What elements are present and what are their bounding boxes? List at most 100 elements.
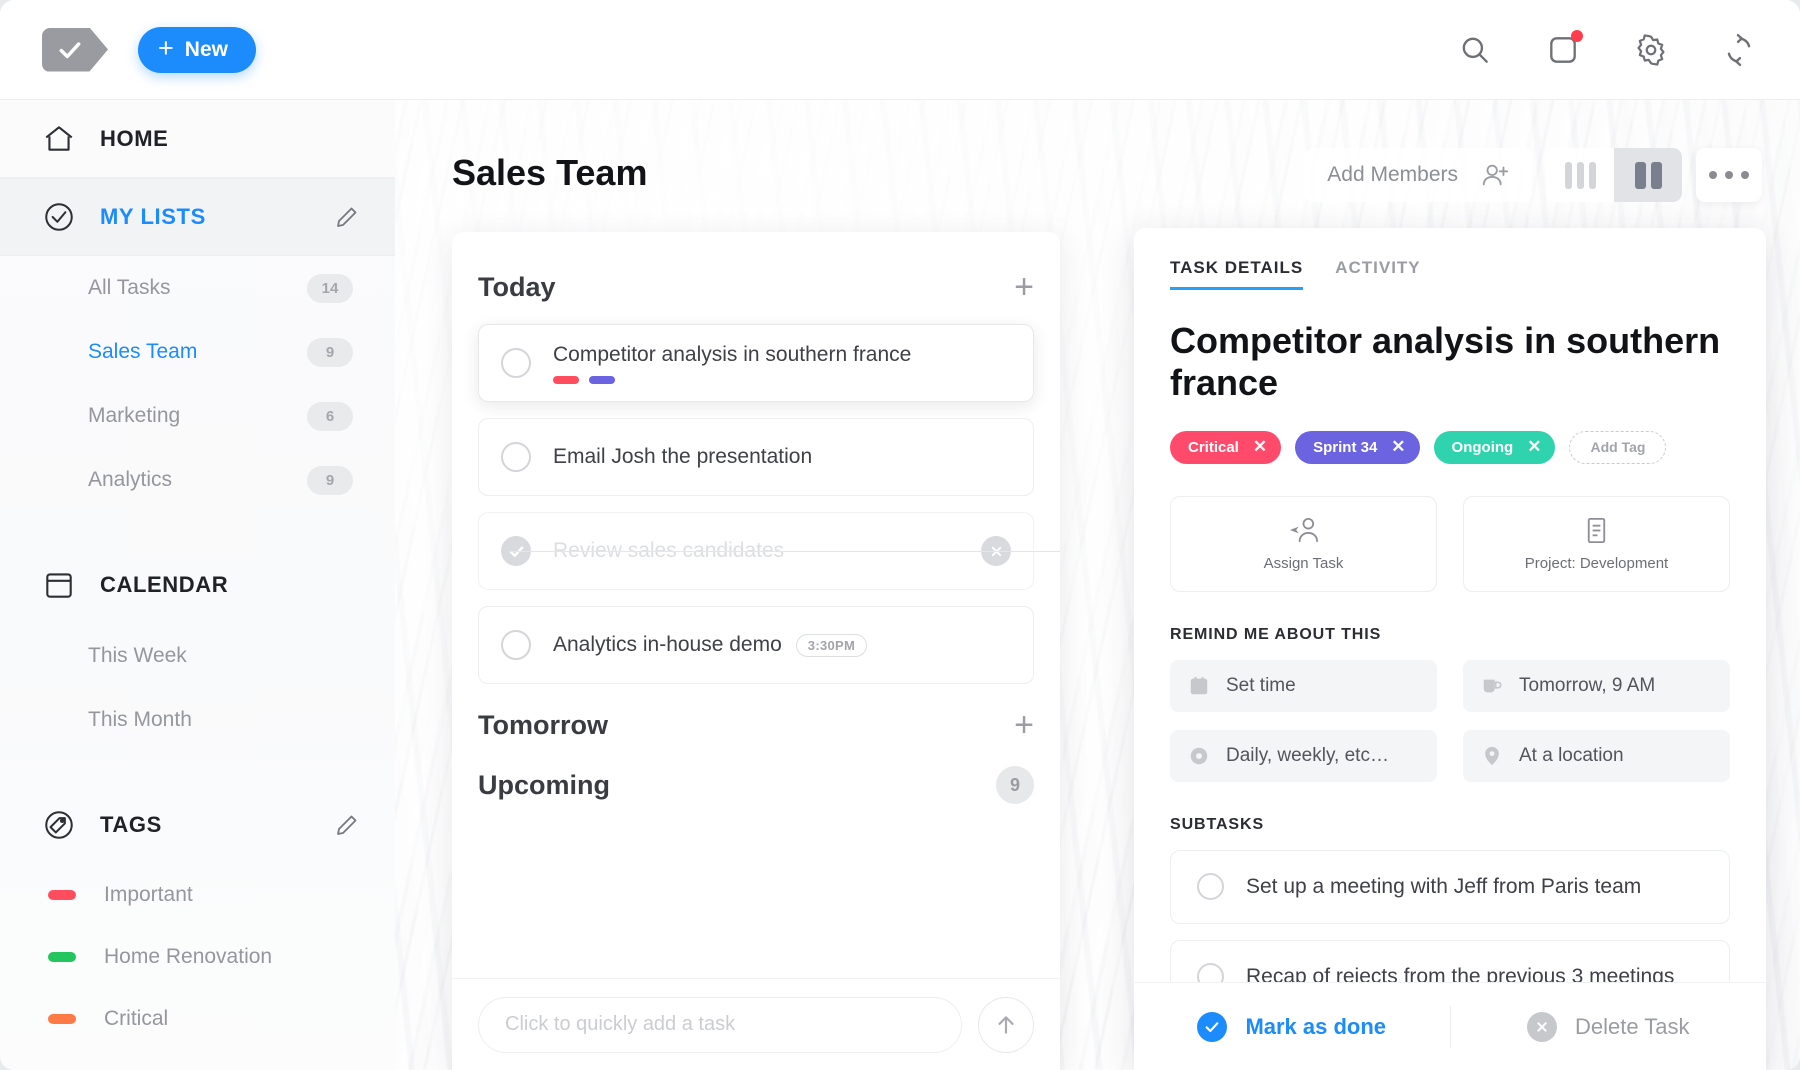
task-list-body: Today + Competitor analysis in southern … [452,232,1060,978]
sidebar-item-analytics[interactable]: Analytics 9 [0,448,395,512]
detail-task-title: Competitor analysis in southern france [1170,320,1721,404]
subtask-checkbox[interactable] [1197,873,1224,901]
sidebar-item-this-week[interactable]: This Week [0,624,395,688]
section-header-upcoming: Upcoming 9 [478,766,1034,804]
location-pin-icon [1485,746,1499,766]
sidebar-home-label: HOME [100,125,169,151]
quick-add-input[interactable] [478,996,962,1053]
sidebar-item-sales-team[interactable]: Sales Team 9 [0,320,395,384]
add-task-today-button[interactable]: + [1014,270,1034,304]
subtask-row-meeting-jeff[interactable]: Set up a meeting with Jeff from Paris te… [1170,849,1730,924]
more-options-button[interactable] [1696,148,1762,202]
reminder-label: At a location [1519,744,1624,766]
mark-as-done-button[interactable]: Mark as done [1134,1011,1450,1042]
detail-tag-row: Critical ✕ Sprint 34 ✕ Ongoing ✕ Add Tag [1170,430,1730,464]
tab-activity[interactable]: ACTIVITY [1335,258,1420,290]
add-members-button[interactable]: Add Members [1305,148,1532,202]
remove-tag-icon[interactable]: ✕ [1253,437,1267,457]
check-circle-icon [42,200,76,234]
reminder-at-location[interactable]: At a location [1463,729,1730,782]
dot [1725,171,1733,179]
remove-tag-icon[interactable]: ✕ [1527,437,1541,457]
close-circle-icon [1526,1011,1557,1042]
three-column-view-button[interactable] [1546,148,1614,202]
task-checkbox[interactable] [501,442,531,472]
calendar-icon [42,568,76,602]
sidebar-item-home[interactable]: HOME [0,100,395,178]
list-label: Marketing [88,404,181,427]
column-bar [1588,161,1596,189]
task-label: Analytics in-house demo [553,633,782,656]
sidebar-item-marketing[interactable]: Marketing 6 [0,384,395,448]
remind-section-label: REMIND ME ABOUT THIS [1170,625,1382,643]
section-title: Tomorrow [478,709,608,740]
quick-add-bar [452,978,1060,1070]
project-card[interactable]: Project: Development [1463,495,1730,592]
top-bar-actions [1458,29,1756,67]
sidebar-item-my-lists[interactable]: MY LISTS [0,178,395,256]
remove-tag-icon[interactable]: ✕ [1391,437,1405,457]
task-label: Email Josh the presentation [553,445,813,468]
gear-icon[interactable] [1634,33,1668,67]
tag-pill-sprint-34[interactable]: Sprint 34 ✕ [1295,430,1420,464]
pencil-icon-my-lists[interactable] [335,205,359,229]
sidebar-item-all-tasks[interactable]: All Tasks 14 [0,256,395,320]
view-toggle [1546,148,1682,202]
sync-icon[interactable] [1722,33,1756,67]
search-icon[interactable] [1458,33,1492,67]
task-content: Email Josh the presentation [553,445,1011,469]
check-icon [1206,1021,1219,1032]
delete-task-button[interactable]: Delete Task [1451,1011,1767,1042]
task-row-analytics-demo[interactable]: Analytics in-house demo 3:30PM [478,606,1034,684]
tag-pill-ongoing[interactable]: Ongoing ✕ [1433,430,1556,464]
assign-task-card[interactable]: Assign Task [1170,495,1437,592]
task-checkbox[interactable] [501,630,531,660]
reminder-label: Daily, weekly, etc… [1226,744,1389,766]
tag-label: Home Renovation [104,945,273,968]
sidebar-item-calendar[interactable]: CALENDAR [0,546,395,624]
task-detail-body: TASK DETAILS ACTIVITY Competitor analysi… [1134,228,1766,982]
check-icon [59,41,81,58]
notification-badge [1571,29,1583,42]
add-tag-button[interactable]: Add Tag [1569,430,1667,464]
close-icon [1537,1021,1547,1032]
quick-add-submit-button[interactable] [978,996,1034,1053]
section-title: Today [478,271,556,302]
project-label: Project: Development [1524,555,1669,573]
new-button[interactable]: + New [138,26,256,73]
reminder-set-time[interactable]: Set time [1170,659,1437,712]
two-column-view-button[interactable] [1614,148,1682,202]
sidebar-tag-important[interactable]: Important [0,864,395,926]
task-row-review-sales-candidates[interactable]: Review sales candidates [478,512,1060,590]
task-content: Competitor analysis in southern france [553,343,1011,384]
task-row-email-josh[interactable]: Email Josh the presentation [478,418,1034,496]
inbox-icon[interactable] [1546,29,1583,67]
app-logo[interactable] [42,27,108,72]
sidebar-tag-home-renovation[interactable]: Home Renovation [0,926,395,988]
subtask-checkbox[interactable] [1197,963,1224,982]
add-task-tomorrow-button[interactable]: + [1014,708,1034,742]
sidebar-item-this-month[interactable]: This Month [0,688,395,752]
calendar-item-label: This Month [88,708,192,731]
tag-pill-label: Critical [1188,438,1239,456]
sidebar-tag-critical[interactable]: Critical [0,988,395,1050]
section-title: Upcoming [478,769,610,800]
calendar-item-label: This Week [88,644,187,667]
detail-tabs: TASK DETAILS ACTIVITY [1170,258,1730,290]
pencil-icon-tags[interactable] [335,813,359,837]
sidebar-lists: All Tasks 14 Sales Team 9 Marketing 6 An… [0,256,395,512]
subtask-row-recap-rejects[interactable]: Recap of rejects from the previous 3 mee… [1170,939,1730,982]
sidebar-item-tags[interactable]: TAGS [0,786,395,864]
tab-task-details[interactable]: TASK DETAILS [1170,258,1304,290]
task-checkbox[interactable] [501,348,531,378]
tag-pill-critical[interactable]: Critical ✕ [1170,430,1282,464]
list-label: All Tasks [88,276,171,299]
reminder-tomorrow-9am[interactable]: Tomorrow, 9 AM [1463,659,1730,712]
add-members-label: Add Members [1327,163,1458,186]
app-window: + New HOME MY LISTS All Tasks 14 Sales T… [0,0,1800,1070]
task-time-badge: 3:30PM [795,633,868,657]
task-row-competitor-analysis[interactable]: Competitor analysis in southern france [478,324,1034,402]
person-add-icon [1482,164,1509,186]
list-label: Sales Team [88,340,198,363]
reminder-repeat[interactable]: Daily, weekly, etc… [1170,729,1437,782]
